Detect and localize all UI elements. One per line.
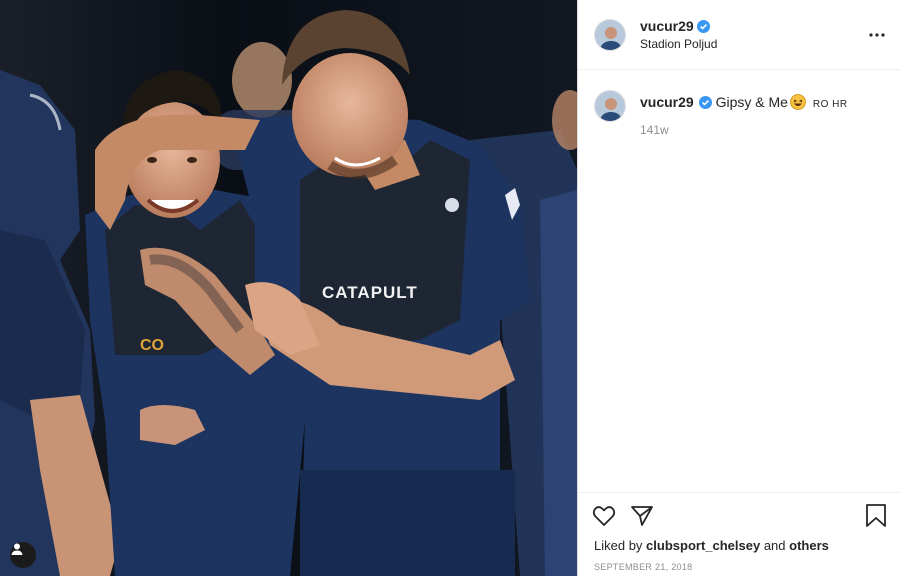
- heart-icon: [592, 506, 616, 526]
- liked-by-and: and: [763, 538, 786, 553]
- like-button[interactable]: [592, 505, 616, 532]
- avatar-image: [595, 20, 625, 50]
- caption-avatar[interactable]: [594, 90, 626, 122]
- svg-text:CO: CO: [140, 337, 164, 354]
- flag-text: RO HR: [812, 99, 848, 110]
- avatar-image: [595, 91, 625, 121]
- grinning-squinting-face-icon: [790, 94, 806, 110]
- user-icon: [11, 543, 23, 555]
- post-caption: vucur29 Gipsy & Me RO HR: [640, 93, 885, 114]
- bookmark-icon: [866, 504, 886, 527]
- post-actions: Liked by clubsport_chelsey and others SE…: [578, 492, 900, 576]
- post-header: vucur29 Stadion Poljud: [578, 0, 900, 70]
- profile-avatar[interactable]: [594, 19, 626, 51]
- liked-by-user-link[interactable]: clubsport_chelsey: [646, 538, 760, 553]
- liked-by-text: Liked by clubsport_chelsey and others: [594, 538, 829, 553]
- caption-username[interactable]: vucur29: [640, 94, 694, 110]
- liked-by-others-link[interactable]: others: [789, 538, 829, 553]
- paper-plane-icon: [631, 506, 653, 526]
- post-photo[interactable]: CO CATAPULT: [0, 0, 577, 576]
- more-options-icon: [869, 33, 885, 37]
- more-options-button[interactable]: [867, 26, 887, 44]
- caption-age: 141w: [640, 123, 669, 137]
- header-username[interactable]: vucur29: [640, 18, 710, 34]
- svg-text:CATAPULT: CATAPULT: [322, 283, 418, 302]
- tagged-user-button[interactable]: [10, 542, 36, 568]
- share-button[interactable]: [630, 505, 654, 532]
- post-side-panel: vucur29 Stadion Poljud vucur29 Gipsy & M…: [577, 0, 900, 576]
- location-link[interactable]: Stadion Poljud: [640, 37, 717, 51]
- verified-badge-icon: [698, 96, 712, 109]
- liked-by-prefix: Liked by: [594, 538, 643, 553]
- post-date[interactable]: SEPTEMBER 21, 2018: [594, 562, 692, 572]
- photo-illustration: CO CATAPULT: [0, 0, 577, 576]
- username-text[interactable]: vucur29: [640, 18, 694, 34]
- caption-text: Gipsy & Me: [715, 94, 788, 110]
- verified-badge-icon: [696, 20, 710, 33]
- instagram-post: CO CATAPULT vucur29 Stadion Poljud vucur…: [0, 0, 900, 576]
- save-button[interactable]: [865, 504, 887, 533]
